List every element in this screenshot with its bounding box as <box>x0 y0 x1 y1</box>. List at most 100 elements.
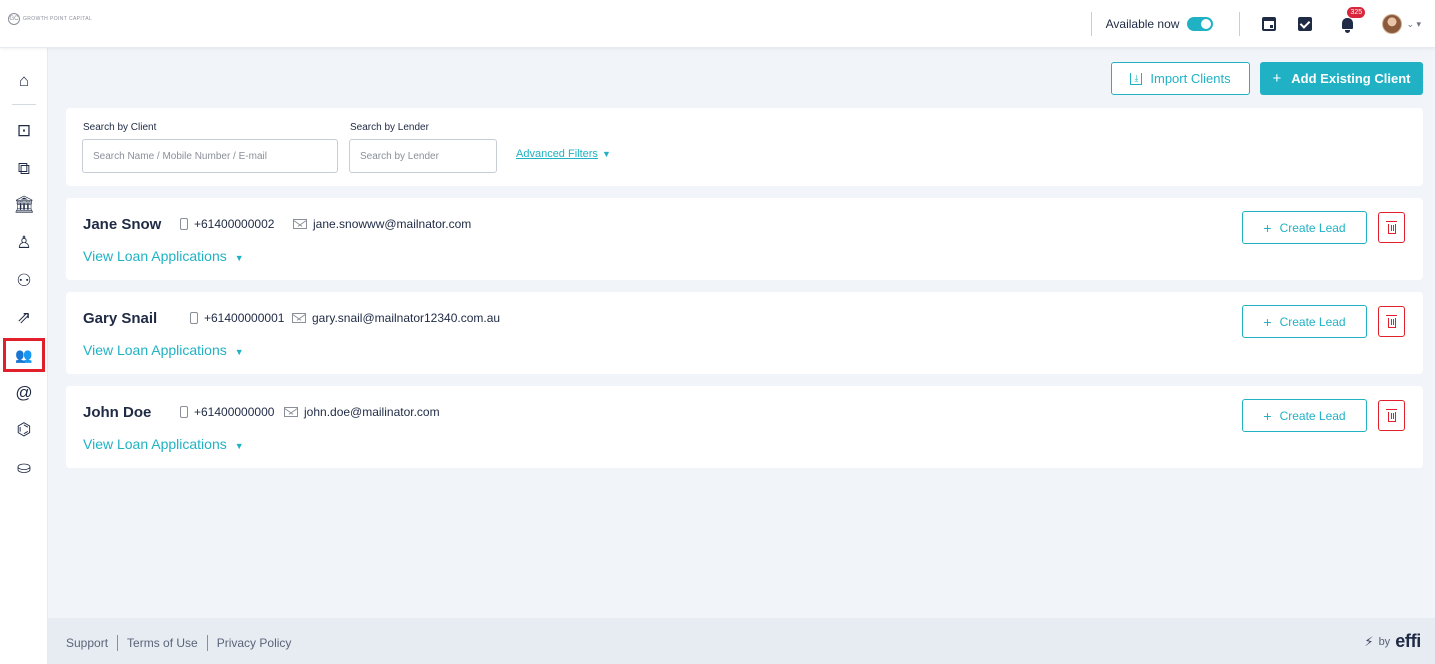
footer-links: Support Terms of Use Privacy Policy <box>66 635 291 651</box>
search-lender-input[interactable] <box>349 139 497 173</box>
view-loan-applications-label: View Loan Applications <box>83 342 227 358</box>
delete-client-button[interactable] <box>1378 400 1405 431</box>
briefcase-id-icon: ⊡ <box>16 121 32 140</box>
sidebar-item-home[interactable]: ⌂ <box>6 66 42 96</box>
view-loan-applications-toggle[interactable]: View Loan Applications ▼ <box>83 342 244 358</box>
view-loan-applications-label: View Loan Applications <box>83 248 227 264</box>
sidebar-item-at-sign[interactable]: @ <box>6 378 42 408</box>
view-loan-applications-label: View Loan Applications <box>83 436 227 452</box>
brand-logo[interactable]: GC GROWTH POINT CAPITAL <box>8 13 92 25</box>
notification-badge: 325 <box>1347 7 1366 18</box>
footer-link-support[interactable]: Support <box>66 636 108 650</box>
bell-icon <box>1342 18 1354 33</box>
phone-number: +61400000000 <box>194 405 275 419</box>
view-loan-applications-toggle[interactable]: View Loan Applications ▼ <box>83 436 244 452</box>
sidebar-item-bank[interactable]: 🏛 <box>6 190 42 220</box>
sidebar-item-team[interactable]: ⚇ <box>6 266 42 296</box>
briefcase-plus-icon: ⧉ <box>17 159 31 178</box>
hand-coins-icon: ⛀ <box>16 458 32 477</box>
search-lender-label: Search by Lender <box>350 122 429 133</box>
phone-icon <box>190 312 198 324</box>
create-lead-label: Create Lead <box>1279 408 1346 423</box>
client-card: Gary Snail +61400000001 gary.snail@mailn… <box>66 292 1423 374</box>
delete-client-button[interactable] <box>1378 212 1405 243</box>
bank-icon: 🏛 <box>13 195 35 214</box>
phone-icon <box>180 218 188 230</box>
mail-icon <box>284 407 298 417</box>
sidebar-item-hand-coins[interactable]: ⛀ <box>6 453 42 483</box>
plus-icon: + <box>1263 407 1272 424</box>
phone-icon <box>180 406 188 418</box>
sidebar-divider <box>12 104 36 105</box>
sidebar-item-robot[interactable]: ⌬ <box>6 415 42 445</box>
client-phone: +61400000002 <box>180 217 274 231</box>
sidebar-item-hierarchy[interactable]: ♙ <box>6 228 42 258</box>
advanced-filters-link[interactable]: Advanced Filters ▼ <box>516 148 611 160</box>
tasks-checkbox-icon[interactable] <box>1298 17 1313 31</box>
sidebar: ⌂ ⊡ ⧉ 🏛 ♙ ⚇ ⇗ 👥 @ ⌬ ⛀ <box>0 48 48 664</box>
email-address: john.doe@mailinator.com <box>304 405 440 419</box>
download-icon: ⤓ <box>1130 72 1143 85</box>
sidebar-item-briefcase-id[interactable]: ⊡ <box>6 116 42 146</box>
trash-icon <box>1385 314 1397 328</box>
create-lead-button[interactable]: + Create Lead <box>1242 305 1367 338</box>
clients-icon: 👥 <box>15 346 33 363</box>
at-sign-icon: @ <box>15 383 33 402</box>
footer-divider <box>117 635 119 651</box>
footer-link-terms[interactable]: Terms of Use <box>127 636 198 650</box>
advanced-filters-label: Advanced Filters <box>516 148 598 160</box>
view-loan-applications-toggle[interactable]: View Loan Applications ▼ <box>83 248 244 264</box>
plus-icon: + <box>1263 313 1272 330</box>
footer-link-privacy[interactable]: Privacy Policy <box>217 636 292 650</box>
caret-down-icon: ▼ <box>234 253 244 263</box>
caret-down-icon: ▼ <box>234 441 244 451</box>
notifications-button[interactable]: 325 <box>1340 7 1366 33</box>
plus-icon: + <box>1272 70 1282 87</box>
search-client-input[interactable] <box>82 139 338 173</box>
import-clients-button[interactable]: ⤓ Import Clients <box>1111 62 1250 95</box>
sidebar-item-briefcase-plus[interactable]: ⧉ <box>6 154 42 184</box>
top-bar: GC GROWTH POINT CAPITAL Available now 32… <box>0 0 1435 48</box>
create-lead-label: Create Lead <box>1279 220 1346 235</box>
main-content: ⤓ Import Clients + Add Existing Client S… <box>48 48 1435 618</box>
client-phone: +61400000001 <box>190 311 284 325</box>
plus-icon: + <box>1263 219 1272 236</box>
client-name: Jane Snow <box>83 216 162 233</box>
client-card: Jane Snow +61400000002 jane.snowww@mailn… <box>66 198 1423 280</box>
create-lead-button[interactable]: + Create Lead <box>1242 211 1367 244</box>
caret-down-icon: ▼ <box>234 347 244 357</box>
logo-mark: GC <box>8 13 20 25</box>
create-lead-button[interactable]: + Create Lead <box>1242 399 1367 432</box>
home-icon: ⌂ <box>18 71 30 90</box>
top-right-controls: Available now 325 ⌄ ▾ <box>1090 0 1421 48</box>
email-address: gary.snail@mailnator12340.com.au <box>312 311 501 325</box>
team-icon: ⚇ <box>16 271 32 290</box>
search-client-label: Search by Client <box>83 122 157 133</box>
client-phone: +61400000000 <box>180 405 274 419</box>
calendar-icon[interactable] <box>1262 17 1277 31</box>
growth-chart-icon: ⇗ <box>16 308 32 327</box>
availability-label: Available now <box>1105 17 1180 31</box>
add-existing-client-button[interactable]: + Add Existing Client <box>1260 62 1423 95</box>
trash-icon <box>1385 220 1397 234</box>
delete-client-button[interactable] <box>1378 306 1405 337</box>
hierarchy-icon: ♙ <box>16 233 32 252</box>
chevron-down-icon[interactable]: ⌄ ▾ <box>1406 19 1421 30</box>
powered-by-label: by <box>1378 635 1391 648</box>
mail-icon <box>292 313 306 323</box>
import-clients-label: Import Clients <box>1150 71 1231 86</box>
phone-number: +61400000002 <box>194 217 275 231</box>
client-email: gary.snail@mailnator12340.com.au <box>292 311 500 325</box>
sidebar-item-growth[interactable]: ⇗ <box>6 303 42 333</box>
footer-divider <box>206 635 208 651</box>
user-avatar[interactable] <box>1382 14 1403 34</box>
footer: Support Terms of Use Privacy Policy ⚡ by… <box>48 618 1435 664</box>
quick-icons <box>1262 17 1313 31</box>
client-email: john.doe@mailinator.com <box>284 405 440 419</box>
client-name: Gary Snail <box>83 310 158 327</box>
mail-icon <box>293 219 307 229</box>
toggle-switch[interactable] <box>1187 17 1214 31</box>
availability-toggle[interactable]: Available now <box>1106 17 1214 31</box>
sidebar-item-clients[interactable]: 👥 <box>3 338 45 372</box>
phone-number: +61400000001 <box>204 311 285 325</box>
